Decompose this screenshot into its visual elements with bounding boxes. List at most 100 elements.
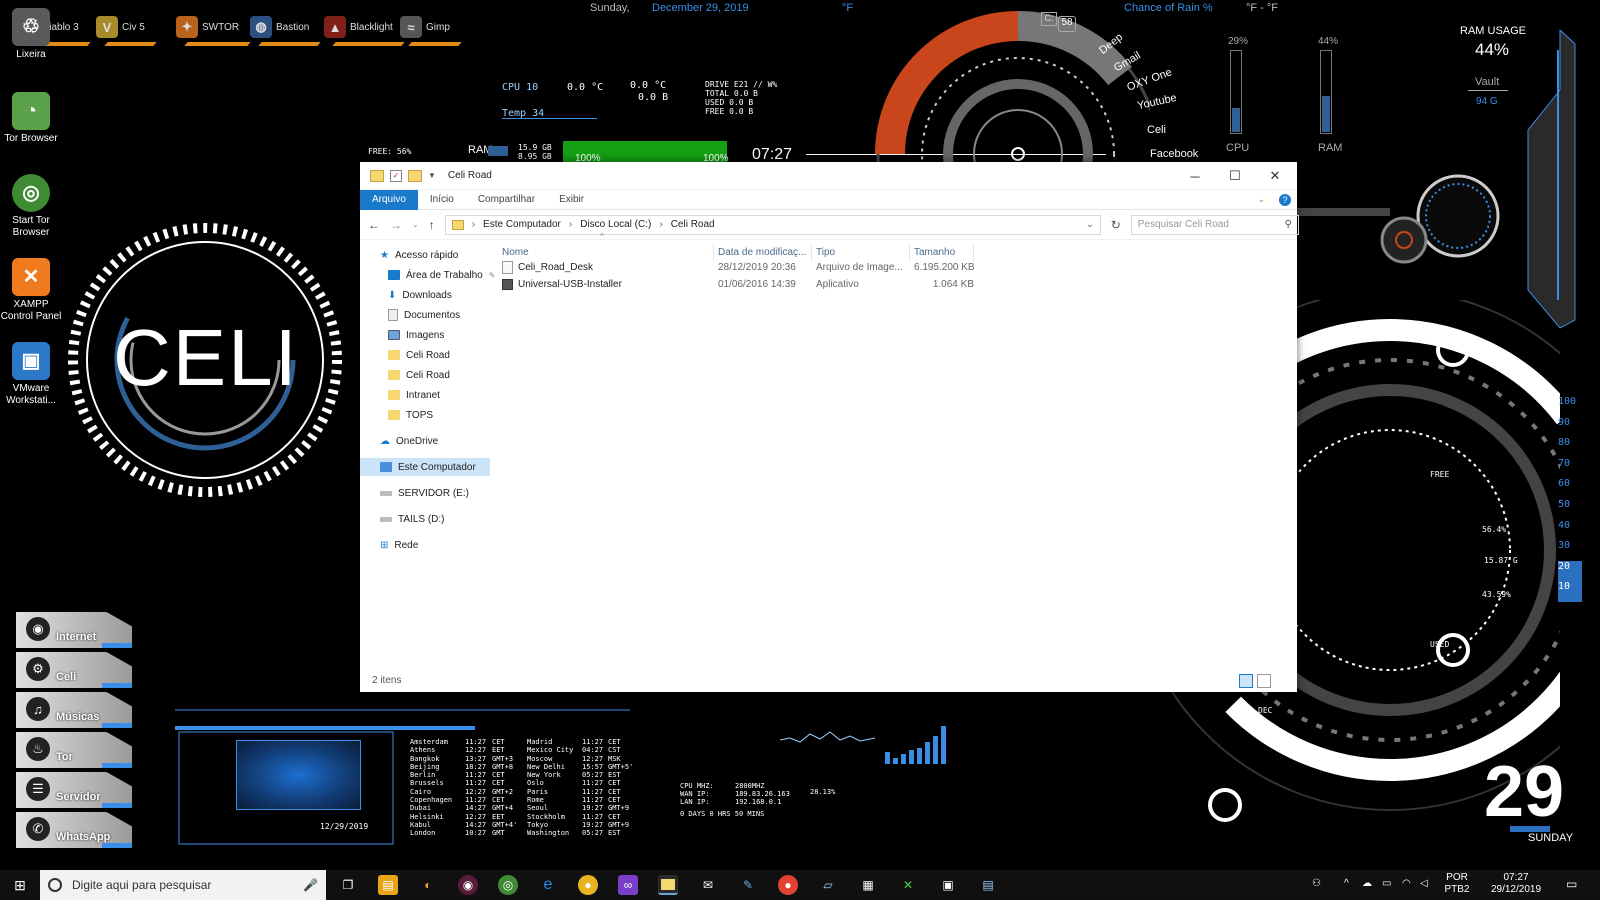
address-dropdown-icon[interactable]: ⌄ (1086, 219, 1094, 230)
desktop-icon-lixeira[interactable]: ♲ Lixeira (0, 8, 62, 61)
dock-item-civ5[interactable]: V Civ 5 (96, 10, 145, 44)
large-icons-view-icon[interactable] (1257, 674, 1271, 688)
nav-tails-d[interactable]: TAILS (D:) (380, 510, 444, 528)
snipping-icon[interactable]: ▱ (818, 875, 838, 895)
notification-icon[interactable]: ▭ (1566, 878, 1577, 890)
close-button[interactable]: ✕ (1255, 162, 1295, 190)
desktop-icon-start-tor[interactable]: ◎ Start Tor Browser (0, 174, 62, 239)
tab-inicio[interactable]: Início (418, 190, 466, 210)
microphone-icon[interactable]: 🎤 (303, 878, 318, 892)
windows-start-icon[interactable]: ⊞ (10, 875, 30, 895)
nav-servidor-e[interactable]: SERVIDOR (E:) (380, 484, 469, 502)
breadcrumb-celi-road[interactable]: Celi Road (671, 219, 715, 230)
taskbar-search-input[interactable]: Digite aqui para pesquisar (72, 878, 211, 892)
file-row[interactable]: Universal-USB-Installer 01/06/2016 14:39… (498, 276, 974, 293)
calculator-icon[interactable]: ▦ (858, 875, 878, 895)
launcher-internet[interactable]: ◉ Internet (16, 612, 132, 648)
dial-link-facebook[interactable]: Facebook (1150, 148, 1198, 160)
star-icon: ★ (380, 249, 389, 261)
search-input[interactable]: Pesquisar Celi Road (1138, 219, 1229, 230)
maximize-button[interactable]: ☐ (1215, 162, 1255, 190)
launcher-whatsapp[interactable]: ✆ WhatsApp (16, 812, 132, 848)
launcher-celi[interactable]: ⚙ Celi (16, 652, 132, 688)
dock-item-blacklight[interactable]: ▲ Blacklight (324, 10, 393, 44)
ribbon-expand-icon[interactable]: ⌄ (1257, 194, 1265, 205)
nav-tops[interactable]: TOPS (388, 406, 433, 424)
launcher-musicas[interactable]: ♫ Músicas (16, 692, 132, 728)
mail-icon[interactable]: ✉ (698, 875, 718, 895)
desktop-icon-vmware[interactable]: ▣ VMware Workstati... (0, 342, 62, 407)
store-icon[interactable]: ▤ (378, 875, 398, 895)
launcher-tor[interactable]: ♨ Tor (16, 732, 132, 768)
taskbar-search[interactable]: Digite aqui para pesquisar 🎤 (40, 870, 326, 900)
battery-icon[interactable]: ▭ (1382, 878, 1391, 890)
tab-exibir[interactable]: Exibir (547, 190, 596, 210)
back-arrow-icon[interactable]: ← (368, 218, 380, 232)
nav-documentos[interactable]: Documentos (388, 306, 460, 324)
properties-icon[interactable]: ✓ (390, 169, 402, 182)
nav-downloads[interactable]: ⬇ Downloads (388, 286, 452, 304)
forward-arrow-icon[interactable]: → (390, 218, 402, 232)
breadcrumb-este-computador[interactable]: Este Computador (483, 219, 561, 230)
dock-item-gimp[interactable]: ≈ Gimp (400, 10, 450, 44)
recent-dropdown-icon[interactable]: ⌄ (412, 220, 419, 229)
folder-icon (370, 169, 384, 182)
dial-link-celi[interactable]: Celi (1147, 124, 1166, 136)
nav-acesso-rapido[interactable]: ★ Acesso rápido (380, 246, 458, 264)
world-clock-tz-right: CET CST MSK GMT+5' EST CET CET CET GMT+9 CET GMT+9… (608, 738, 634, 838)
launcher-servidor[interactable]: ☰ Servidor (16, 772, 132, 808)
dock-item-bastion[interactable]: ◍ Bastion (250, 10, 309, 44)
desktop-icon-xampp[interactable]: ✕ XAMPP Control Panel (0, 258, 62, 323)
chrome-canary-icon[interactable]: ● (578, 875, 598, 895)
nav-onedrive[interactable]: ☁ OneDrive (380, 432, 438, 450)
hud-date: December 29, 2019 (652, 2, 749, 14)
language-indicator[interactable]: POR PTB2 (1442, 872, 1472, 896)
details-view-icon[interactable] (1239, 674, 1253, 688)
edge-icon[interactable]: e (538, 875, 558, 895)
nav-rede[interactable]: ⊞ Rede (380, 536, 418, 554)
tray-chevron-icon[interactable]: ^ (1344, 878, 1349, 890)
document-icon (388, 309, 398, 321)
breadcrumb-disco-local[interactable]: Disco Local (C:) (580, 219, 651, 230)
nav-area-de-trabalho[interactable]: Área de Trabalho ✎ (388, 266, 495, 284)
photos-icon[interactable]: ▣ (938, 875, 958, 895)
nav-imagens[interactable]: Imagens (388, 326, 444, 344)
globe-icon: ◉ (26, 617, 50, 641)
globe-taskbar-icon[interactable]: ◎ (498, 875, 518, 895)
refresh-icon[interactable]: ↻ (1111, 218, 1121, 232)
wifi-icon[interactable]: ◠ (1402, 878, 1411, 890)
tor-taskbar-icon[interactable]: ◉ (458, 875, 478, 895)
desktop-icon-tor-browser[interactable]: ◔ Tor Browser (0, 92, 62, 145)
hud-ram-pct: 44% (1318, 36, 1339, 47)
onedrive-tray-icon[interactable]: ☁ (1362, 878, 1372, 890)
nav-celi-road-1[interactable]: Celi Road (388, 346, 450, 364)
gimp-icon: ≈ (400, 16, 422, 38)
nav-este-computador[interactable]: Este Computador (360, 458, 490, 476)
help-icon[interactable]: ? (1279, 193, 1291, 206)
xbox-icon[interactable]: ✕ (898, 875, 918, 895)
dock-item-swtor[interactable]: ✦ SWTOR (176, 10, 239, 44)
tab-arquivo[interactable]: Arquivo (360, 189, 418, 210)
nav-intranet[interactable]: Intranet (388, 386, 440, 404)
quick-access-dropdown-icon[interactable]: ▼ (428, 171, 436, 180)
taskbar-clock[interactable]: 07:27 29/12/2019 (1486, 872, 1546, 896)
paint-icon[interactable]: ✎ (738, 875, 758, 895)
nav-celi-road-2[interactable]: Celi Road (388, 366, 450, 384)
minimize-button[interactable]: ─ (1175, 162, 1215, 190)
folder-icon (388, 350, 400, 360)
task-view-icon[interactable]: ❐ (338, 875, 358, 895)
up-arrow-icon[interactable]: ↑ (429, 218, 435, 232)
people-icon[interactable]: ⚇ (1312, 878, 1321, 890)
tab-compartilhar[interactable]: Compartilhar (466, 190, 547, 210)
new-folder-icon[interactable] (408, 169, 422, 182)
visual-studio-icon[interactable]: ∞ (618, 875, 638, 895)
search-box[interactable]: Pesquisar Celi Road ⚲ (1130, 214, 1299, 235)
blender-icon[interactable]: ◐ (418, 875, 438, 895)
file-row[interactable]: Celi_Road_Desk 28/12/2019 20:36 Arquivo … (498, 259, 974, 276)
chrome-icon[interactable]: ● (778, 875, 798, 895)
notepad-icon[interactable]: ▤ (978, 875, 998, 895)
volume-icon[interactable]: ◁ (1420, 878, 1428, 890)
big-weekday: SUNDAY (1528, 832, 1574, 844)
address-bar[interactable]: › Este Computador › Disco Local (C:) › C… (444, 214, 1101, 235)
file-explorer-icon[interactable] (658, 875, 678, 895)
